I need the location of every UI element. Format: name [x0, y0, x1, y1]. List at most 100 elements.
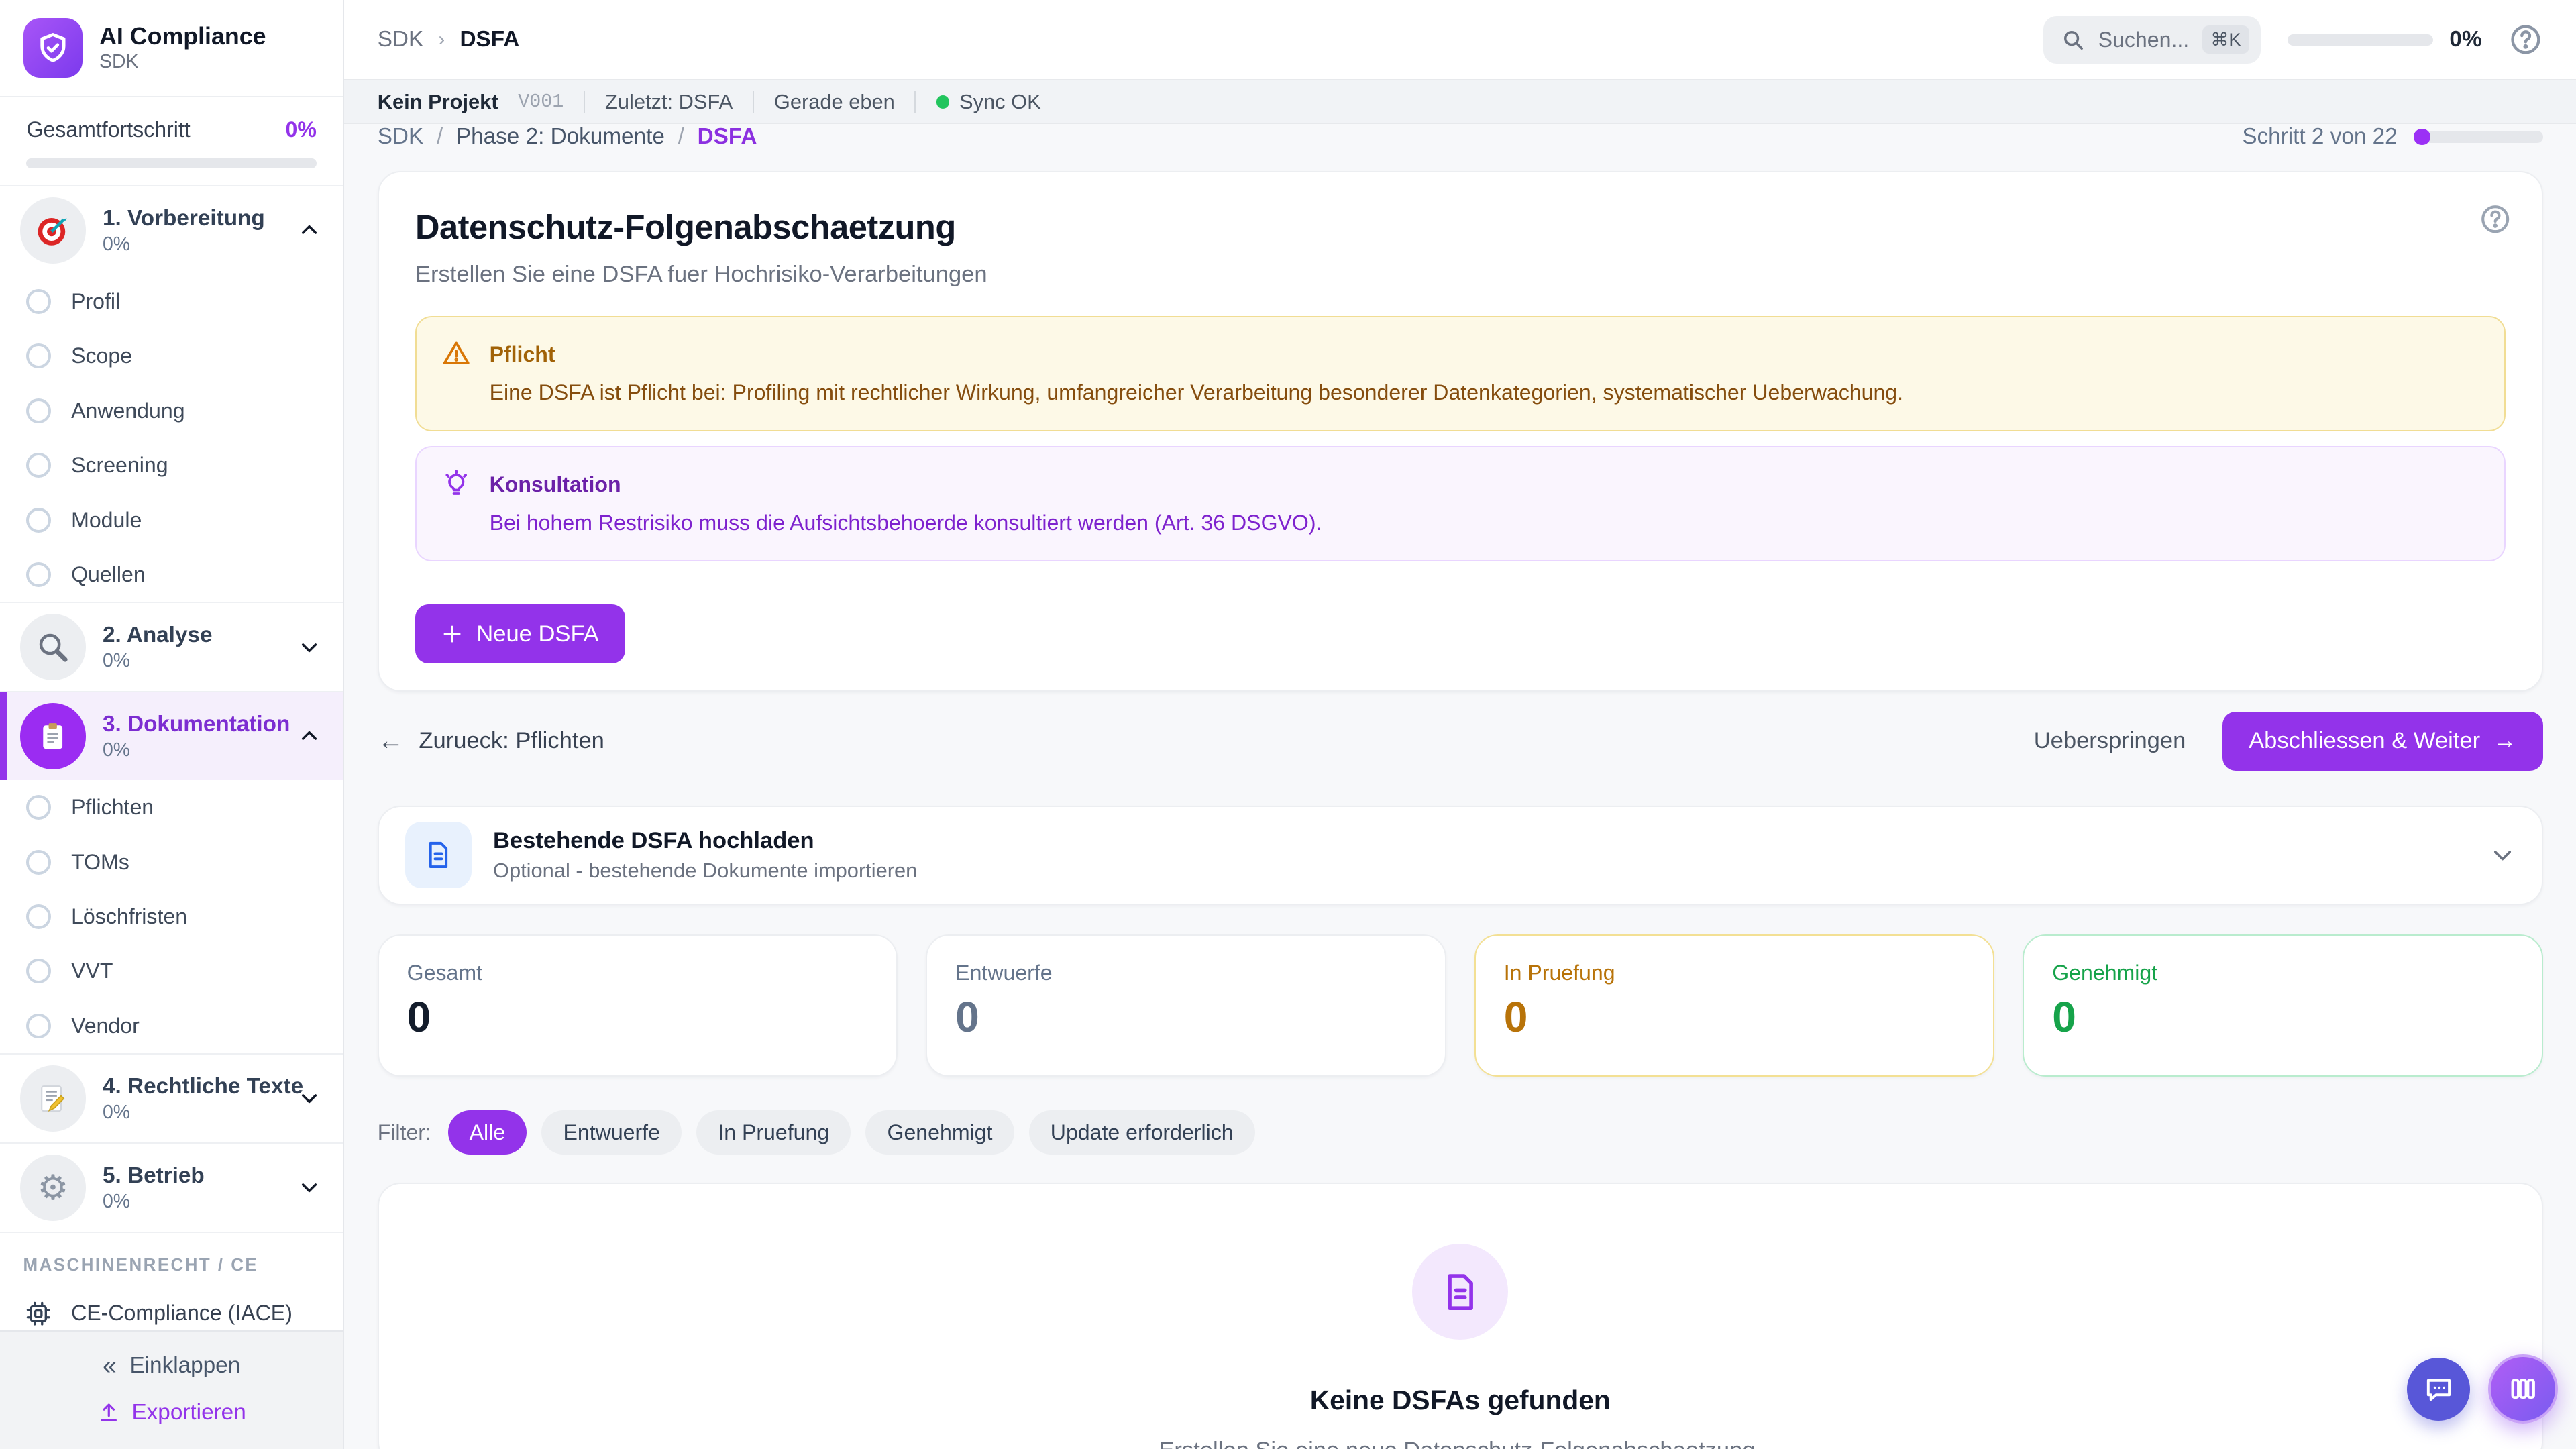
- version-badge: V001: [518, 91, 564, 113]
- stats-row: Gesamt 0 Entwuerfe 0 In Pruefung 0 Geneh…: [378, 934, 2543, 1077]
- lightbulb-icon: [441, 469, 471, 498]
- sidebar-item-quellen[interactable]: Quellen: [0, 547, 343, 602]
- breadcrumb-phase[interactable]: Phase 2: Dokumente: [456, 124, 665, 150]
- app-subtitle: SDK: [99, 51, 266, 73]
- top-breadcrumb: SDK › DSFA: [378, 27, 520, 52]
- page-bar: SDK / Phase 2: Dokumente / DSFA Schritt …: [378, 124, 2543, 150]
- chevron-down-icon: [2490, 843, 2515, 867]
- step-progress-bar: [2414, 131, 2543, 142]
- breadcrumb-root[interactable]: SDK: [378, 27, 423, 52]
- radio-circle-icon: [26, 453, 51, 478]
- alert-text: Eine DSFA ist Pflicht bei: Profiling mit…: [490, 377, 1903, 409]
- chevron-right-icon: ›: [438, 28, 445, 51]
- empty-state-title: Keine DSFAs gefunden: [1310, 1385, 1611, 1416]
- breadcrumb-dsfa: DSFA: [698, 124, 757, 150]
- mandatory-alert: Pflicht Eine DSFA ist Pflicht bei: Profi…: [415, 316, 2506, 431]
- sidebar-item-label: CE-Compliance (IACE): [71, 1301, 292, 1326]
- overall-progress-bar: [26, 158, 316, 168]
- filter-pill-in-pruefung[interactable]: In Pruefung: [696, 1110, 851, 1155]
- sidebar-nav: 1. Vorbereitung 0% Profil Scope Anwendun…: [0, 185, 343, 1330]
- sidebar-secondary-label: MASCHINENRECHT / CE: [0, 1233, 343, 1289]
- breadcrumb-sdk[interactable]: SDK: [378, 124, 423, 150]
- sidebar-item-vvt[interactable]: VVT: [0, 944, 343, 998]
- shield-check-icon: [36, 31, 70, 66]
- sidebar-item-scope[interactable]: Scope: [0, 329, 343, 383]
- back-link[interactable]: ← Zurueck: Pflichten: [378, 726, 604, 756]
- dsfa-hero-card: Datenschutz-Folgenabschaetzung Erstellen…: [378, 171, 2543, 692]
- collapse-sidebar-button[interactable]: « Einklappen: [103, 1351, 240, 1380]
- section-label: 2. Analyse: [103, 622, 282, 648]
- double-chevron-left-icon: «: [103, 1351, 117, 1380]
- section-label: 4. Rechtliche Texte: [103, 1073, 282, 1099]
- chevron-down-icon: [299, 637, 320, 658]
- upload-existing-panel[interactable]: Bestehende DSFA hochladen Optional - bes…: [378, 806, 2543, 905]
- help-icon[interactable]: [2508, 22, 2543, 57]
- finish-next-button[interactable]: Abschliessen & Weiter →: [2222, 712, 2543, 771]
- filter-pill-alle[interactable]: Alle: [448, 1110, 527, 1155]
- page-breadcrumb: SDK / Phase 2: Dokumente / DSFA: [378, 124, 757, 150]
- filter-pill-entwuerfe[interactable]: Entwuerfe: [541, 1110, 682, 1155]
- board-view-fab-button[interactable]: [2488, 1354, 2558, 1424]
- chat-fab-button[interactable]: [2407, 1358, 2470, 1421]
- nav-group-dokumentation: 3. Dokumentation 0% Pflichten TOMs Lösch…: [0, 691, 343, 1053]
- chat-bubble-icon: [2423, 1373, 2455, 1405]
- step-label: Schritt 2 von 22: [2242, 124, 2397, 150]
- sidebar-section-rechtliche-texte[interactable]: 4. Rechtliche Texte 0%: [0, 1055, 343, 1142]
- sidebar-item-screening[interactable]: Screening: [0, 438, 343, 492]
- sidebar-section-vorbereitung[interactable]: 1. Vorbereitung 0%: [0, 186, 343, 274]
- warning-triangle-icon: [441, 339, 471, 368]
- clipboard-icon: [20, 703, 87, 769]
- sync-ok-dot-icon: [936, 95, 950, 109]
- section-label: 3. Dokumentation: [103, 711, 282, 737]
- nav-group-vorbereitung: 1. Vorbereitung 0% Profil Scope Anwendun…: [0, 185, 343, 602]
- chevron-down-icon: [299, 1177, 320, 1198]
- filter-row: Filter: Alle Entwuerfe In Pruefung Geneh…: [378, 1110, 2543, 1155]
- upload-title: Bestehende DSFA hochladen: [493, 828, 2469, 854]
- sidebar-item-profil[interactable]: Profil: [0, 274, 343, 329]
- radio-circle-icon: [26, 1014, 51, 1038]
- empty-state-subtitle: Erstellen Sie eine neue Datenschutz-Folg…: [1159, 1438, 1762, 1449]
- columns-icon: [2508, 1374, 2538, 1403]
- step-progress-knob: [2414, 129, 2430, 146]
- sidebar-item-toms[interactable]: TOMs: [0, 835, 343, 889]
- card-help-icon[interactable]: [2479, 203, 2512, 235]
- filter-pill-genehmigt[interactable]: Genehmigt: [865, 1110, 1014, 1155]
- app-root: AI Compliance SDK Gesamtfortschritt 0% 1…: [0, 0, 2576, 1449]
- sidebar-item-anwendung[interactable]: Anwendung: [0, 384, 343, 438]
- content-area: SDK / Phase 2: Dokumente / DSFA Schritt …: [344, 124, 2576, 1448]
- divider: [584, 91, 585, 113]
- overall-progress-label: Gesamtfortschritt: [26, 117, 190, 142]
- search-input[interactable]: Suchen... ⌘K: [2043, 16, 2261, 64]
- alert-text: Bei hohem Restrisiko muss die Aufsichtsb…: [490, 507, 1322, 539]
- radio-circle-icon: [26, 562, 51, 587]
- sidebar-section-betrieb[interactable]: ⚙ 5. Betrieb 0%: [0, 1144, 343, 1232]
- nav-group-maschinenrecht: MASCHINENRECHT / CE CE-Compliance (IACE): [0, 1232, 343, 1330]
- section-progress: 0%: [103, 233, 282, 256]
- upload-subtitle: Optional - bestehende Dokumente importie…: [493, 859, 2469, 883]
- app-title-block: AI Compliance SDK: [99, 23, 266, 73]
- consultation-alert: Konsultation Bei hohem Restrisiko muss d…: [415, 446, 2506, 561]
- radio-circle-icon: [26, 795, 51, 820]
- sidebar-section-analyse[interactable]: 2. Analyse 0%: [0, 603, 343, 691]
- sidebar-section-dokumentation[interactable]: 3. Dokumentation 0%: [0, 692, 343, 780]
- sidebar-item-loeschfristen[interactable]: Löschfristen: [0, 890, 343, 944]
- stat-card-gesamt: Gesamt 0: [378, 934, 898, 1077]
- skip-button[interactable]: Ueberspringen: [2034, 728, 2186, 754]
- sidebar-item-module[interactable]: Module: [0, 492, 343, 547]
- empty-state-card: Keine DSFAs gefunden Erstellen Sie eine …: [378, 1183, 2543, 1448]
- filter-label: Filter:: [378, 1120, 431, 1145]
- export-button[interactable]: Exportieren: [97, 1400, 246, 1426]
- sidebar-item-ce-compliance[interactable]: CE-Compliance (IACE): [0, 1289, 343, 1330]
- section-progress: 0%: [103, 1191, 282, 1213]
- header-progress-value: 0%: [2449, 27, 2481, 52]
- chip-icon: [23, 1299, 53, 1328]
- filter-pill-update-erforderlich[interactable]: Update erforderlich: [1029, 1110, 1255, 1155]
- main-column: SDK › DSFA Suchen... ⌘K 0%: [344, 0, 2576, 1449]
- sidebar-item-vendor[interactable]: Vendor: [0, 999, 343, 1053]
- sync-status: Sync OK: [936, 90, 1041, 114]
- sidebar-footer: « Einklappen Exportieren: [0, 1330, 343, 1449]
- radio-circle-icon: [26, 343, 51, 368]
- sidebar-item-pflichten[interactable]: Pflichten: [0, 780, 343, 835]
- new-dsfa-button[interactable]: Neue DSFA: [415, 604, 625, 663]
- app-logo: [23, 18, 83, 78]
